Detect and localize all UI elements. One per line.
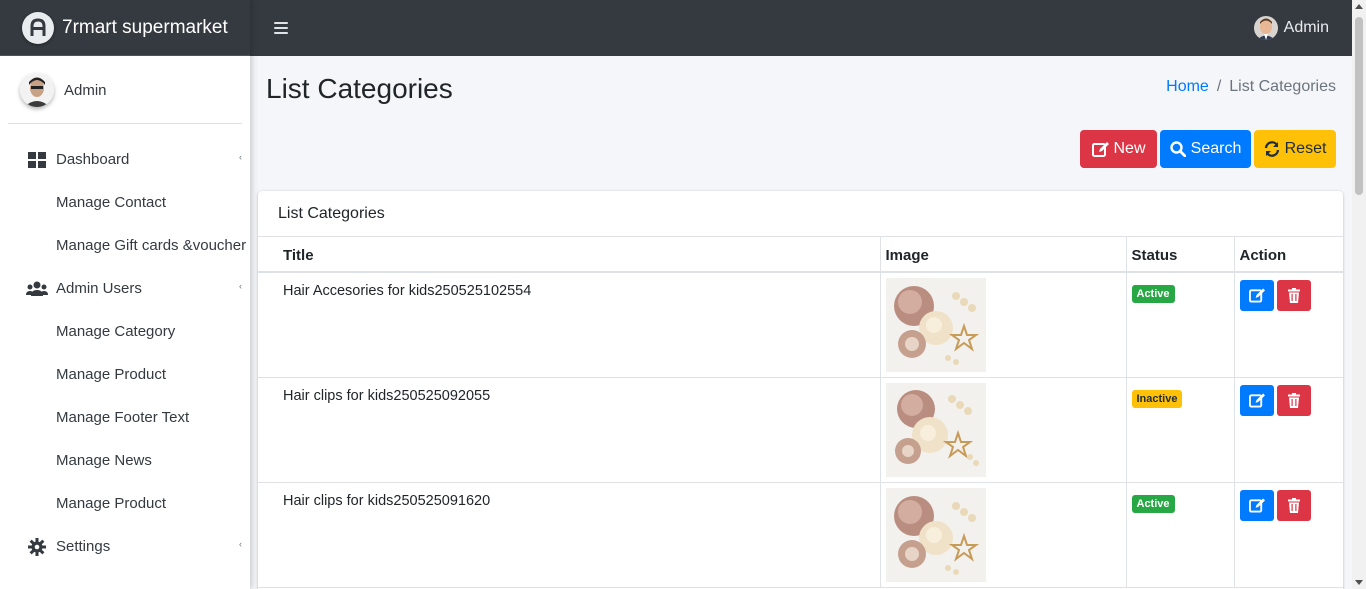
search-button-label: Search (1190, 140, 1242, 157)
column-header-action: Action (1234, 237, 1343, 273)
sidebar-item-admin-users[interactable]: Admin Users ‹ (0, 267, 250, 310)
breadcrumb-home-link[interactable]: Home (1166, 78, 1209, 96)
sidebar-item-label: Manage News (56, 452, 152, 469)
scrollbar-thumb[interactable] (1355, 17, 1363, 195)
sidebar-user-name: Admin (64, 81, 107, 99)
page-scrollbar[interactable] (1352, 0, 1366, 589)
avatar (20, 73, 54, 107)
sidebar-item-label: Manage Gift cards &voucher (56, 237, 247, 254)
row-actions (1239, 385, 1339, 416)
sidebar-item-label: Manage Footer Text (56, 409, 190, 426)
toolbar: New Search Reset (1080, 130, 1336, 168)
sidebar-item-label: Manage Contact (56, 194, 167, 211)
gear-icon (26, 537, 48, 556)
brand-logo-icon (22, 11, 54, 44)
sidebar-item-settings[interactable]: Settings ‹ (0, 525, 250, 568)
sidebar-item-label: Admin Users (56, 280, 142, 297)
sidebar-item-label: Manage Category (56, 323, 176, 340)
topbar-user-name: Admin (1283, 19, 1329, 36)
delete-button[interactable] (1276, 385, 1311, 416)
search-button[interactable]: Search (1160, 130, 1251, 168)
status-badge: Active (1131, 495, 1175, 513)
chevron-left-icon: ‹ (239, 281, 242, 291)
column-header-status: Status (1126, 237, 1235, 273)
menu-toggle-icon[interactable] (274, 22, 288, 34)
delete-button[interactable] (1276, 490, 1311, 521)
sidebar-item-manage-news[interactable]: Manage News (0, 439, 250, 482)
chevron-left-icon: ‹ (239, 539, 242, 549)
card-title: List Categories (258, 191, 1343, 237)
edit-button[interactable] (1239, 490, 1274, 521)
edit-button[interactable] (1239, 280, 1274, 311)
sidebar-item-dashboard[interactable]: Dashboard ‹ (0, 138, 250, 181)
sidebar-item-manage-contact[interactable]: Manage Contact (0, 181, 250, 224)
row-title: Hair clips for kids250525091620 (258, 482, 881, 588)
brand-link[interactable]: 7rmart supermarket (0, 0, 250, 56)
edit-icon (1091, 141, 1109, 157)
column-header-image: Image (880, 237, 1127, 273)
sidebar-item-manage-category[interactable]: Manage Category (0, 310, 250, 353)
delete-button[interactable] (1276, 280, 1311, 311)
new-button-label: New (1113, 140, 1146, 157)
sidebar-item-label: Manage Product (56, 366, 167, 383)
sidebar-nav: Dashboard ‹ Manage Contact Manage Gift c… (0, 124, 250, 568)
column-header-title: Title (258, 237, 881, 273)
avatar (1253, 16, 1278, 40)
category-image (885, 278, 986, 372)
scroll-down-arrow-icon[interactable] (1355, 580, 1363, 585)
category-image (885, 383, 986, 477)
sync-icon (1264, 141, 1280, 157)
table-header-row: Title Image Status Action (258, 237, 1343, 273)
trash-icon (1287, 288, 1300, 303)
sidebar-item-label: Dashboard (56, 151, 130, 168)
row-actions (1239, 280, 1339, 311)
sidebar-item-manage-footer-text[interactable]: Manage Footer Text (0, 396, 250, 439)
dashboard-icon (26, 151, 48, 168)
edit-icon (1248, 288, 1265, 303)
breadcrumb-separator: / (1216, 78, 1222, 95)
edit-button[interactable] (1239, 385, 1274, 416)
edit-icon (1248, 498, 1265, 513)
topbar-user-menu[interactable]: Admin (1253, 16, 1329, 40)
sidebar-item-manage-gift-cards[interactable]: Manage Gift cards &voucher (0, 224, 250, 267)
sidebar-user-panel[interactable]: Admin (8, 56, 242, 124)
breadcrumb-current: List Categories (1229, 78, 1336, 95)
sidebar-item-manage-product[interactable]: Manage Product (0, 353, 250, 396)
new-button[interactable]: New (1080, 130, 1157, 168)
table-row: Hair Accesories for kids250525102554 Act… (258, 272, 1343, 378)
trash-icon (1287, 393, 1300, 408)
row-title: Hair clips for kids250525092055 (258, 377, 881, 483)
edit-icon (1248, 393, 1265, 408)
row-title: Hair Accesories for kids250525102554 (258, 272, 881, 378)
reset-button[interactable]: Reset (1254, 130, 1336, 168)
categories-table: Title Image Status Action Hair Accesorie… (258, 237, 1343, 588)
breadcrumb: Home / List Categories (1166, 78, 1336, 96)
search-icon (1169, 141, 1186, 157)
trash-icon (1287, 498, 1300, 513)
reset-button-label: Reset (1284, 140, 1327, 157)
sidebar-item-label: Manage Product (56, 495, 167, 512)
table-row: Hair clips for kids250525091620 Active (258, 482, 1343, 588)
status-badge: Inactive (1131, 390, 1183, 408)
status-badge: Active (1131, 285, 1175, 303)
category-image (885, 488, 986, 582)
row-actions (1239, 490, 1339, 521)
top-navbar: Admin (250, 0, 1352, 56)
scroll-up-arrow-icon[interactable] (1355, 4, 1363, 9)
sidebar-item-manage-product-2[interactable]: Manage Product (0, 482, 250, 525)
users-icon (26, 281, 48, 297)
table-row: Hair clips for kids250525092055 Inactive (258, 377, 1343, 483)
chevron-left-icon: ‹ (239, 152, 242, 162)
sidebar-item-label: Settings (56, 538, 111, 555)
sidebar: 7rmart supermarket Admin Dashboard ‹ Man… (0, 0, 250, 589)
brand-name: 7rmart supermarket (62, 16, 228, 38)
categories-card: List Categories Title Image Status Actio… (258, 191, 1343, 589)
page-title: List Categories (266, 73, 453, 104)
